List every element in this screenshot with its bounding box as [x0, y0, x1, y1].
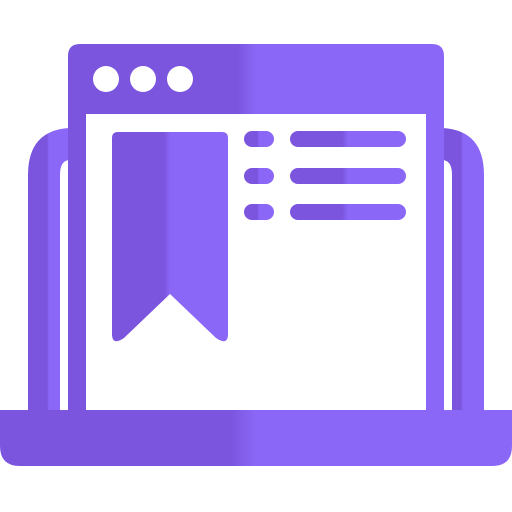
window-dot: [130, 66, 156, 92]
list-bullet: [244, 204, 274, 220]
list-bullet: [244, 131, 274, 147]
list-bullet: [244, 168, 274, 184]
window-dot: [167, 66, 193, 92]
list-line: [290, 131, 406, 147]
laptop-lid-frame-right: [442, 128, 484, 410]
laptop-bookmark-icon: [0, 44, 512, 466]
list-line: [290, 168, 406, 184]
list-line: [290, 204, 406, 220]
laptop-lid-frame: [28, 128, 70, 410]
window-dot: [93, 66, 119, 92]
laptop-base-icon: [0, 410, 512, 466]
bookmark-icon: [112, 132, 228, 342]
window-dots: [93, 66, 193, 92]
list-lines-icon: [244, 131, 406, 220]
